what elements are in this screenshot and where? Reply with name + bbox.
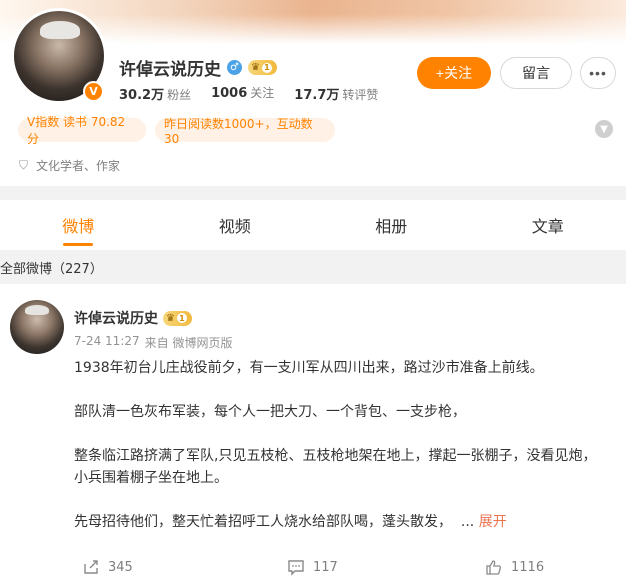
all-posts-bar: 全部微博（227） bbox=[0, 250, 626, 284]
follow-button[interactable]: +关注 bbox=[417, 57, 491, 89]
daily-reads-pill[interactable]: 昨日阅读数1000+，互动数30 bbox=[155, 117, 335, 146]
post-ellipsis: ... bbox=[460, 514, 475, 530]
thumbs-up-icon bbox=[486, 560, 501, 575]
engagement-stat: 17.7万 转评赞 bbox=[294, 88, 379, 103]
post-paragraph-truncated: 先母招待他们，整天忙着招呼工人烧水给部队喝，蓬头散发， ... 展开 bbox=[74, 514, 507, 530]
chevron-down-icon[interactable]: ▼ bbox=[595, 120, 613, 138]
comment-button[interactable]: 117 bbox=[287, 558, 338, 576]
post-time[interactable]: 7-24 11:27 bbox=[74, 334, 140, 351]
post-author-row: 许倬云说历史 ♛ 1 bbox=[74, 308, 192, 328]
expand-link[interactable]: 展开 bbox=[479, 514, 507, 530]
profile-tagline: ⛉ 文化学者、作家 bbox=[19, 157, 120, 174]
following-stat[interactable]: 1006 关注 bbox=[211, 84, 274, 103]
post-source: 来自 微博网页版 bbox=[144, 336, 233, 350]
repost-button[interactable]: 345 bbox=[82, 558, 133, 576]
tab-video[interactable]: 视频 bbox=[157, 200, 314, 250]
all-posts-label[interactable]: 全部微博（227） bbox=[0, 258, 103, 277]
profile-stats: 30.2万 粉丝 1006 关注 17.7万 转评赞 bbox=[119, 84, 378, 103]
member-crown-icon[interactable]: ♛ 1 bbox=[163, 310, 192, 326]
comment-count: 117 bbox=[313, 559, 338, 575]
member-level: 1 bbox=[176, 313, 187, 323]
comment-icon bbox=[288, 560, 304, 576]
post-actions: 345 117 1116 bbox=[0, 558, 626, 582]
post-paragraph: 部队清一色灰布军装，每个人一把大刀、一个背包、一支步枪， bbox=[74, 404, 466, 420]
post-author-avatar[interactable] bbox=[10, 300, 64, 354]
section-divider bbox=[0, 186, 626, 200]
post-body: 1938年初台儿庄战役前夕，有一支川军从四川出来，路过沙市准备上前线。 部队清一… bbox=[74, 357, 604, 533]
profile-name-row: 许倬云说历史 ♂ ♛ 1 bbox=[119, 55, 277, 80]
tab-articles[interactable]: 文章 bbox=[470, 200, 626, 250]
member-level: 1 bbox=[261, 62, 272, 73]
post-meta: 7-24 11:27 来自 微博网页版 bbox=[74, 334, 232, 351]
male-icon: ♂ bbox=[227, 60, 242, 75]
message-button[interactable]: 留言 bbox=[500, 57, 572, 89]
repost-icon bbox=[84, 560, 98, 574]
shield-icon: ⛉ bbox=[19, 158, 29, 172]
followers-stat[interactable]: 30.2万 粉丝 bbox=[119, 84, 191, 103]
verified-badge-icon: V bbox=[83, 81, 104, 102]
tab-album[interactable]: 相册 bbox=[313, 200, 470, 250]
post-paragraph: 1938年初台儿庄战役前夕，有一支川军从四川出来，路过沙市准备上前线。 bbox=[74, 360, 544, 376]
like-count: 1116 bbox=[511, 559, 545, 575]
repost-count: 345 bbox=[108, 559, 133, 575]
post-author-name[interactable]: 许倬云说历史 bbox=[74, 308, 158, 328]
v-index-pill[interactable]: V指数 读书 70.82分 bbox=[18, 115, 146, 146]
like-button[interactable]: 1116 bbox=[485, 558, 544, 576]
tab-weibo[interactable]: 微博 bbox=[0, 200, 157, 250]
profile-name: 许倬云说历史 bbox=[119, 60, 221, 80]
more-options-button[interactable]: ••• bbox=[580, 57, 616, 89]
member-crown-icon[interactable]: ♛ 1 bbox=[248, 60, 277, 75]
post-paragraph: 整条临江路挤满了军队,只见五枝枪、五枝枪地架在地上，撑起一张棚子，没看见炮，小兵… bbox=[74, 448, 597, 486]
tagline-text: 文化学者、作家 bbox=[36, 159, 121, 173]
profile-tabs: 微博 视频 相册 文章 bbox=[0, 200, 626, 250]
